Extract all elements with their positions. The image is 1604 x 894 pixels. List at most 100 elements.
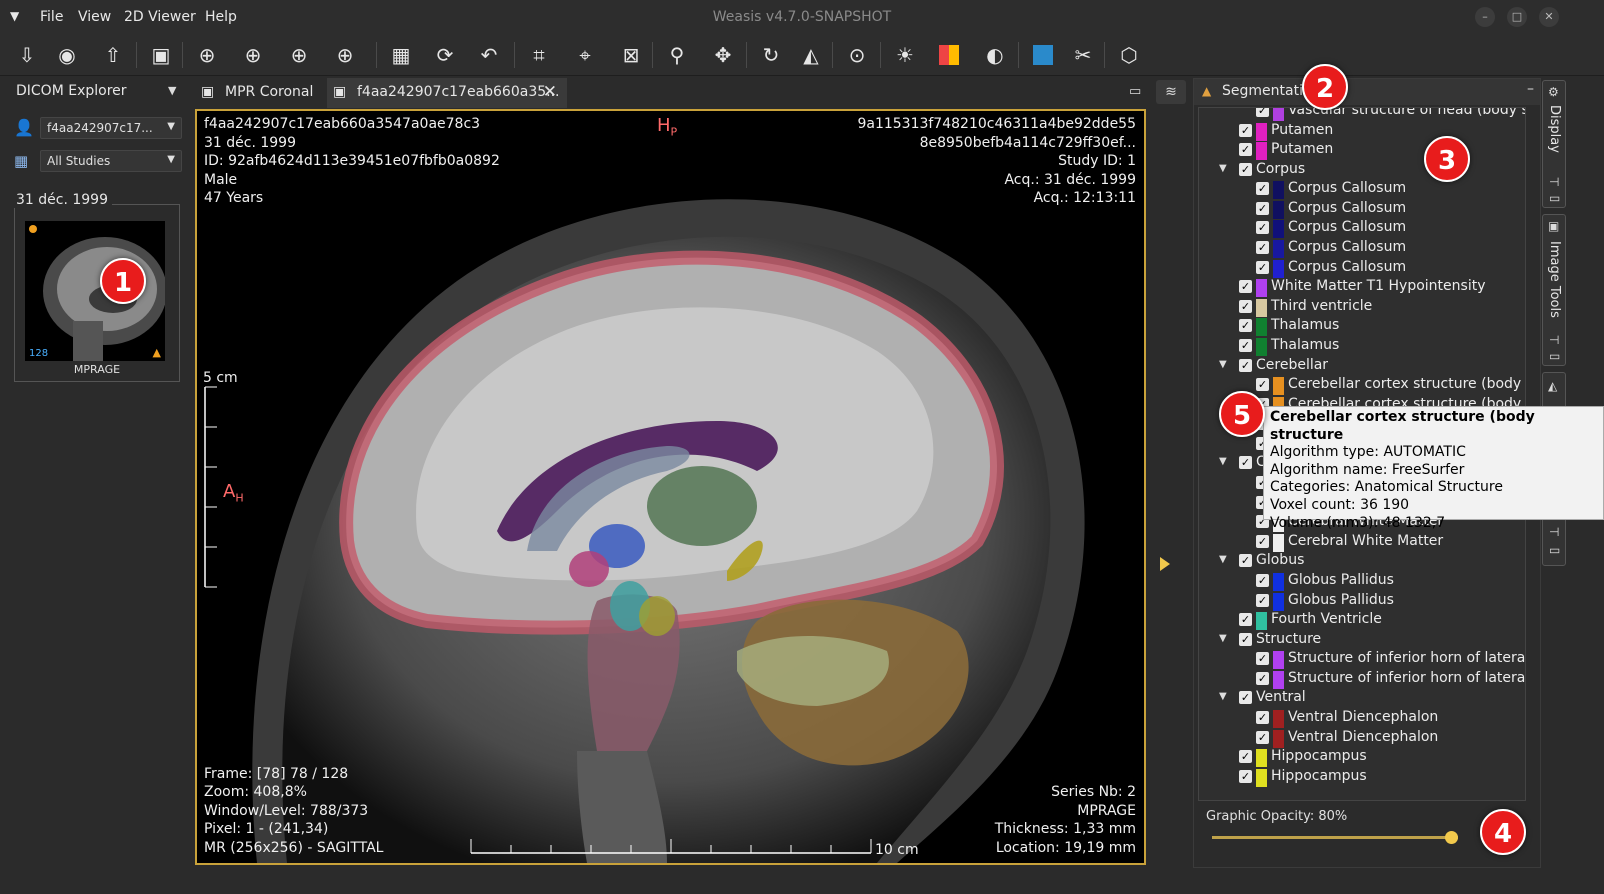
opacity-slider[interactable] — [1212, 836, 1458, 839]
maximize-icon[interactable]: □ — [1507, 7, 1527, 27]
rotate-icon[interactable]: ↻ — [756, 40, 786, 70]
visibility-checkbox[interactable]: ✓ — [1239, 319, 1252, 333]
segment-row[interactable]: ✓ Corpus Callosum — [1256, 239, 1525, 259]
collapse-panel-arrow-icon[interactable] — [1160, 557, 1170, 571]
visibility-checkbox[interactable]: ✓ — [1239, 750, 1252, 764]
visibility-checkbox[interactable]: ✓ — [1239, 691, 1252, 705]
invert-icon[interactable]: ◐ — [980, 40, 1010, 70]
segment-group-row[interactable]: ▼ ✓ Globus — [1219, 552, 1525, 572]
segment-group-row[interactable]: ▼ ✓ Ventral — [1219, 689, 1525, 709]
presets-icon[interactable]: ☀ — [890, 40, 920, 70]
mouse-wheel-icon[interactable]: ⊕ — [330, 40, 360, 70]
segment-row[interactable]: ✓ Corpus Callosum — [1256, 200, 1525, 220]
visibility-checkbox[interactable]: ✓ — [1256, 378, 1269, 392]
lut-icon[interactable] — [934, 40, 964, 70]
tab-mpr-coronal[interactable]: ▣ MPR Coronal — [195, 78, 325, 108]
studies-select[interactable]: All Studies ▼ — [40, 150, 182, 172]
zoom-icon[interactable]: ⚲ — [662, 40, 692, 70]
visibility-checkbox[interactable]: ✓ — [1256, 241, 1269, 255]
image-viewer[interactable]: f4aa242907c17eab660a3547a0ae78c3 31 déc.… — [195, 109, 1146, 865]
visibility-checkbox[interactable]: ✓ — [1256, 710, 1269, 724]
visibility-checkbox[interactable]: ✓ — [1256, 652, 1269, 666]
minimize-icon[interactable]: – — [1475, 7, 1495, 27]
expand-toggle-icon[interactable]: ▼ — [1219, 163, 1227, 174]
visibility-checkbox[interactable]: ✓ — [1256, 573, 1269, 587]
minimize-panel-icon[interactable]: – — [1527, 81, 1534, 97]
export-image-icon[interactable]: ▣ — [146, 40, 176, 70]
visibility-checkbox[interactable]: ✓ — [1239, 162, 1252, 176]
segment-group-row[interactable]: ▼ ✓ Cerebellar — [1219, 357, 1525, 377]
expand-toggle-icon[interactable]: ▼ — [1219, 456, 1227, 467]
visibility-checkbox[interactable]: ✓ — [1256, 534, 1269, 548]
synch-icon[interactable]: ⟳ — [430, 40, 460, 70]
visibility-checkbox[interactable]: ✓ — [1239, 299, 1252, 313]
mouse-left-icon[interactable]: ⊕ — [192, 40, 222, 70]
visibility-checkbox[interactable]: ✓ — [1256, 260, 1269, 274]
visibility-checkbox[interactable]: ✓ — [1239, 632, 1252, 646]
visibility-checkbox[interactable]: ✓ — [1239, 769, 1252, 783]
window-icon[interactable]: ▭ — [1549, 191, 1560, 205]
explorer-menu-icon[interactable]: ▼ — [168, 84, 176, 97]
visibility-checkbox[interactable]: ✓ — [1239, 456, 1252, 470]
segment-row[interactable]: ✓ Structure of inferior horn of lateral v… — [1256, 670, 1525, 690]
close-tab-icon[interactable]: ✕ — [543, 82, 557, 102]
layout-icon[interactable]: ▦ — [386, 40, 416, 70]
segment-row[interactable]: ✓ Corpus Callosum — [1256, 180, 1525, 200]
expand-toggle-icon[interactable]: ▼ — [1219, 691, 1227, 702]
segment-row[interactable]: ✓ Putamen — [1239, 141, 1525, 161]
pan-icon[interactable]: ✥ — [708, 40, 738, 70]
segment-row[interactable]: ✓ Cerebral White Matter — [1256, 533, 1525, 553]
clear-icon[interactable]: ⊠ — [616, 40, 646, 70]
series-thumbnail[interactable]: 128 ▲ — [25, 221, 165, 361]
segment-row[interactable]: ✓ Hippocampus — [1239, 748, 1525, 768]
segment-row[interactable]: ✓ Thalamus — [1239, 317, 1525, 337]
reset-icon[interactable]: ↶ — [474, 40, 504, 70]
cine-icon[interactable]: ⊙ — [842, 40, 872, 70]
mouse-right-icon[interactable]: ⊕ — [284, 40, 314, 70]
maximize-viewer-icon[interactable]: ▭ — [1129, 84, 1141, 99]
segment-row[interactable]: ✓ White Matter T1 Hypointensity — [1239, 278, 1525, 298]
opacity-slider-knob[interactable] — [1444, 831, 1458, 844]
window-icon[interactable]: ▭ — [1549, 543, 1560, 557]
visibility-checkbox[interactable]: ✓ — [1239, 280, 1252, 294]
segment-row[interactable]: ✓ Corpus Callosum — [1256, 259, 1525, 279]
tab-current-series[interactable]: ▣ f4aa242907c17eab660a35... ✕ — [327, 78, 567, 108]
visibility-checkbox[interactable]: ✓ — [1239, 554, 1252, 568]
window-icon[interactable]: ▭ — [1549, 349, 1560, 363]
visibility-checkbox[interactable]: ✓ — [1256, 221, 1269, 235]
visibility-checkbox[interactable]: ✓ — [1256, 108, 1269, 117]
segment-row[interactable]: ✓ Hippocampus — [1239, 768, 1525, 788]
tools-icon[interactable]: ✂ — [1068, 40, 1098, 70]
segment-row[interactable]: ✓ Putamen — [1239, 122, 1525, 142]
segment-group-row[interactable]: ▼ ✓ Structure — [1219, 631, 1525, 651]
visibility-checkbox[interactable]: ✓ — [1256, 182, 1269, 196]
close-window-icon[interactable]: ✕ — [1539, 7, 1559, 27]
segment-row[interactable]: ✓Vascular structure of head (body struc — [1256, 108, 1525, 122]
patient-select[interactable]: f4aa242907c17... ▼ — [40, 117, 182, 139]
crosshair-icon[interactable]: ⌗ — [524, 40, 554, 70]
segment-row[interactable]: ✓ Corpus Callosum — [1256, 219, 1525, 239]
segment-row[interactable]: ✓ Ventral Diencephalon — [1256, 729, 1525, 749]
expand-toggle-icon[interactable]: ▼ — [1219, 359, 1227, 370]
segment-row[interactable]: ✓ Ventral Diencephalon — [1256, 709, 1525, 729]
expand-toggle-icon[interactable]: ▼ — [1219, 633, 1227, 644]
pin-icon[interactable]: ⊣ — [1549, 333, 1559, 347]
layers-menu-icon[interactable]: ≋ — [1156, 80, 1186, 104]
segment-row[interactable]: ✓ Cerebellar cortex structure (body stru — [1256, 376, 1525, 396]
visibility-checkbox[interactable]: ✓ — [1256, 671, 1269, 685]
segment-row[interactable]: ✓ Third ventricle — [1239, 298, 1525, 318]
visibility-checkbox[interactable]: ✓ — [1239, 613, 1252, 627]
visibility-checkbox[interactable]: ✓ — [1256, 201, 1269, 215]
visibility-checkbox[interactable]: ✓ — [1239, 338, 1252, 352]
visibility-checkbox[interactable]: ✓ — [1256, 593, 1269, 607]
visibility-checkbox[interactable]: ✓ — [1239, 123, 1252, 137]
segment-row[interactable]: ✓ Structure of inferior horn of lateral v… — [1256, 650, 1525, 670]
segment-group-row[interactable]: ▼ ✓ Corpus — [1219, 161, 1525, 181]
segment-row[interactable]: ✓ Globus Pallidus — [1256, 592, 1525, 612]
segment-row[interactable]: ✓ Fourth Ventricle — [1239, 611, 1525, 631]
flip-icon[interactable]: ◭ — [796, 40, 826, 70]
visibility-checkbox[interactable]: ✓ — [1239, 143, 1252, 157]
export-dicom-icon[interactable]: ⇧ — [98, 40, 128, 70]
mouse-middle-icon[interactable]: ⊕ — [238, 40, 268, 70]
segment-row[interactable]: ✓ Globus Pallidus — [1256, 572, 1525, 592]
